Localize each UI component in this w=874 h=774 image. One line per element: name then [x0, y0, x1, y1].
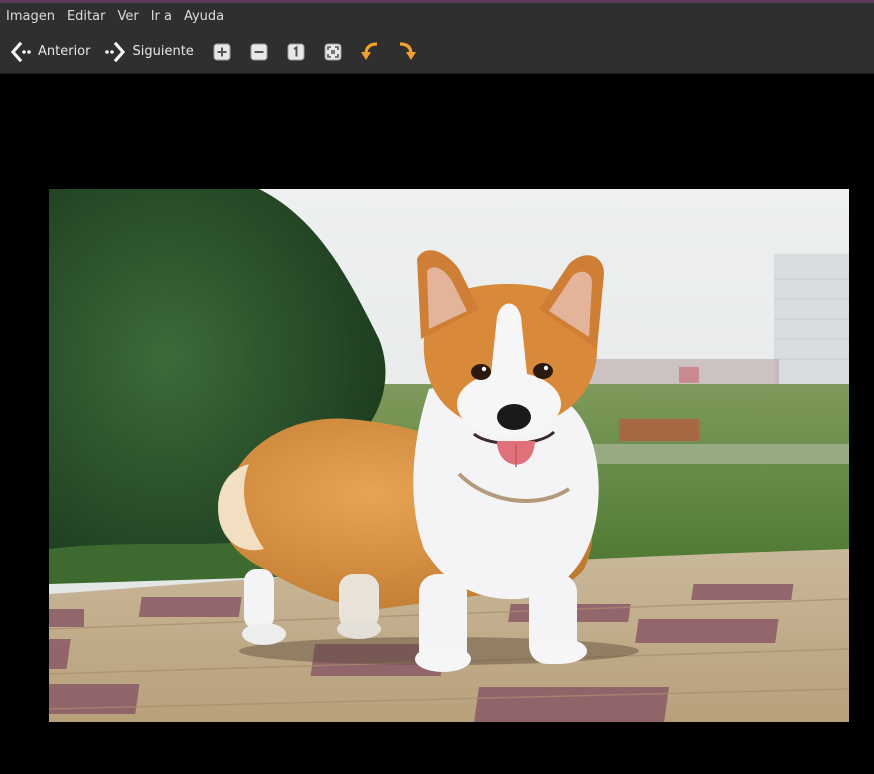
zoom-out-button[interactable] [247, 40, 271, 64]
rotate-right-icon [399, 41, 416, 60]
menu-ayuda[interactable]: Ayuda [178, 3, 230, 30]
best-fit-button[interactable] [321, 40, 345, 64]
previous-button[interactable]: Anterior [10, 37, 90, 67]
best-fit-icon [324, 43, 342, 60]
previous-label: Anterior [38, 44, 91, 59]
zoom-out-icon [250, 43, 268, 60]
zoom-in-icon [213, 43, 231, 60]
normal-size-icon [287, 43, 305, 60]
menu-ir-a[interactable]: Ir a [145, 3, 178, 30]
menu-editar[interactable]: Editar [61, 3, 112, 30]
normal-size-button[interactable] [284, 40, 308, 64]
corgi-photo [49, 189, 849, 722]
displayed-image [49, 189, 849, 722]
next-label: Siguiente [132, 44, 194, 59]
rotate-right-button[interactable] [395, 40, 419, 64]
menu-bar: Imagen Editar Ver Ir a Ayuda [0, 3, 874, 30]
zoom-in-button[interactable] [210, 40, 234, 64]
arrow-left-icon [10, 41, 31, 62]
rotate-left-button[interactable] [358, 40, 382, 64]
menu-ver[interactable]: Ver [111, 3, 144, 30]
arrow-right-icon [105, 41, 126, 62]
toolbar: Anterior Siguiente [0, 30, 874, 74]
image-viewport[interactable] [0, 74, 874, 774]
rotate-left-icon [360, 41, 377, 60]
next-button[interactable]: Siguiente [104, 37, 194, 67]
menu-imagen[interactable]: Imagen [0, 3, 61, 30]
